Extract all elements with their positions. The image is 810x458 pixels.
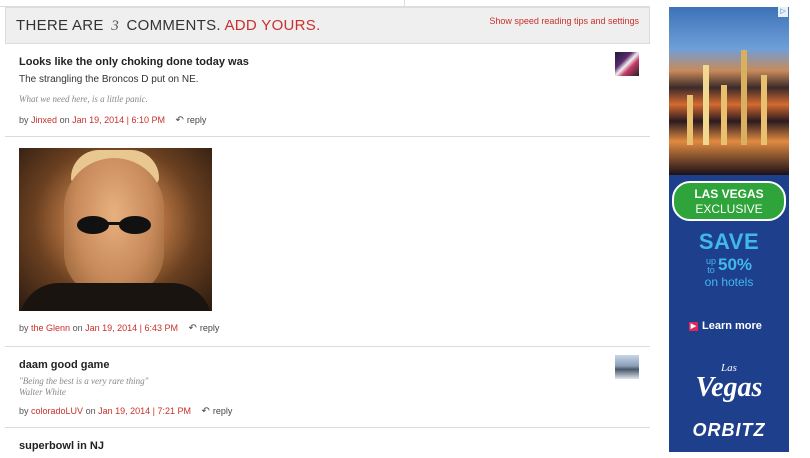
- top-divider-right: [405, 0, 650, 7]
- ad-save-label: SAVE: [698, 229, 760, 254]
- las-vegas-logo: Las Vegas: [695, 362, 763, 403]
- comment-count: 3: [111, 17, 120, 34]
- avatar[interactable]: [615, 355, 639, 379]
- comment-title: daam good game: [19, 359, 110, 371]
- ad-on-hotels: on hotels: [704, 275, 754, 289]
- by-label: by: [19, 406, 29, 416]
- ad-badge-line1: LAS VEGAS: [694, 187, 764, 201]
- avatar[interactable]: [615, 52, 639, 76]
- author-link[interactable]: coloradoLUV: [31, 406, 83, 416]
- by-label: by: [19, 115, 29, 125]
- reply-button[interactable]: ↶ reply: [175, 115, 207, 126]
- comments-section: THERE ARE 3 COMMENTS. ADD YOURS. Show sp…: [5, 7, 650, 458]
- comment-title: Looks like the only choking done today w…: [19, 56, 249, 68]
- signature-attribution: Walter White: [19, 387, 66, 397]
- comment-item: Looks like the only choking done today w…: [5, 44, 650, 137]
- ad-badge-line2: EXCLUSIVE: [695, 202, 763, 216]
- date-link[interactable]: Jan 19, 2014 | 6:10 PM: [72, 115, 165, 125]
- heading-suffix: COMMENTS.: [126, 16, 221, 34]
- top-divider: [0, 0, 650, 7]
- play-icon: ▶: [689, 321, 698, 331]
- comment-item: daam good game "Being the best is a very…: [5, 347, 650, 428]
- reply-button[interactable]: ↶ reply: [188, 323, 220, 334]
- ad-save-offer: SAVE up to 50% on hotels: [669, 229, 789, 289]
- reply-icon: ↶: [175, 115, 184, 126]
- ad-learn-more-link[interactable]: ▶ Learn more: [689, 320, 762, 332]
- comments-count-heading: THERE ARE 3 COMMENTS. ADD YOURS.: [16, 17, 321, 35]
- signature-quote: "Being the best is a very rare thing": [19, 376, 149, 386]
- comment-item: superbowl in NJ: [5, 428, 650, 458]
- reply-button[interactable]: ↶ reply: [201, 406, 233, 417]
- comment-meta: by coloradoLUV on Jan 19, 2014 | 7:21 PM…: [19, 406, 232, 417]
- reply-icon: ↶: [188, 323, 197, 334]
- on-label: on: [72, 323, 83, 333]
- ad-badge: LAS VEGAS EXCLUSIVE: [672, 181, 786, 221]
- author-link[interactable]: the Glenn: [31, 323, 70, 333]
- reply-icon: ↶: [201, 406, 210, 417]
- comment-title: superbowl in NJ: [19, 440, 104, 452]
- add-comment-link[interactable]: ADD YOURS.: [225, 17, 321, 34]
- comment-image: [19, 148, 212, 311]
- ad-discount: up to 50%: [705, 255, 753, 275]
- by-label: by: [19, 323, 29, 333]
- comment-meta: by the Glenn on Jan 19, 2014 | 6:43 PM ↶…: [19, 323, 219, 334]
- date-link[interactable]: Jan 19, 2014 | 6:43 PM: [85, 323, 178, 333]
- reply-label: reply: [199, 323, 220, 333]
- adchoices-icon[interactable]: ▷: [778, 7, 788, 17]
- advertisement[interactable]: ▷ LAS VEGAS EXCLUSIVE SAVE up to 50% on ho…: [669, 7, 789, 452]
- comment-text: The strangling the Broncos D put on NE.: [19, 74, 199, 85]
- comment-signature: "Being the best is a very rare thing" Wa…: [19, 376, 636, 398]
- comment-meta: by Jinxed on Jan 19, 2014 | 6:10 PM ↶ rep…: [19, 115, 206, 126]
- ad-percent: 50%: [717, 255, 753, 274]
- author-link[interactable]: Jinxed: [31, 115, 57, 125]
- comments-header: THERE ARE 3 COMMENTS. ADD YOURS. Show sp…: [5, 7, 650, 44]
- heading-prefix: THERE ARE: [16, 16, 104, 34]
- comment-signature: What we need here, is a little panic.: [19, 94, 148, 104]
- reply-label: reply: [212, 406, 233, 416]
- reply-label: reply: [186, 115, 207, 125]
- ad-city-photo: ▷: [669, 7, 789, 175]
- on-label: on: [85, 406, 96, 416]
- comment-item: by the Glenn on Jan 19, 2014 | 6:43 PM ↶…: [5, 137, 650, 347]
- on-label: on: [59, 115, 70, 125]
- top-divider-left: [0, 0, 405, 7]
- speed-reading-tips-link[interactable]: Show speed reading tips and settings: [489, 16, 639, 26]
- orbitz-logo: ORBITZ: [692, 420, 766, 440]
- date-link[interactable]: Jan 19, 2014 | 7:21 PM: [98, 406, 191, 416]
